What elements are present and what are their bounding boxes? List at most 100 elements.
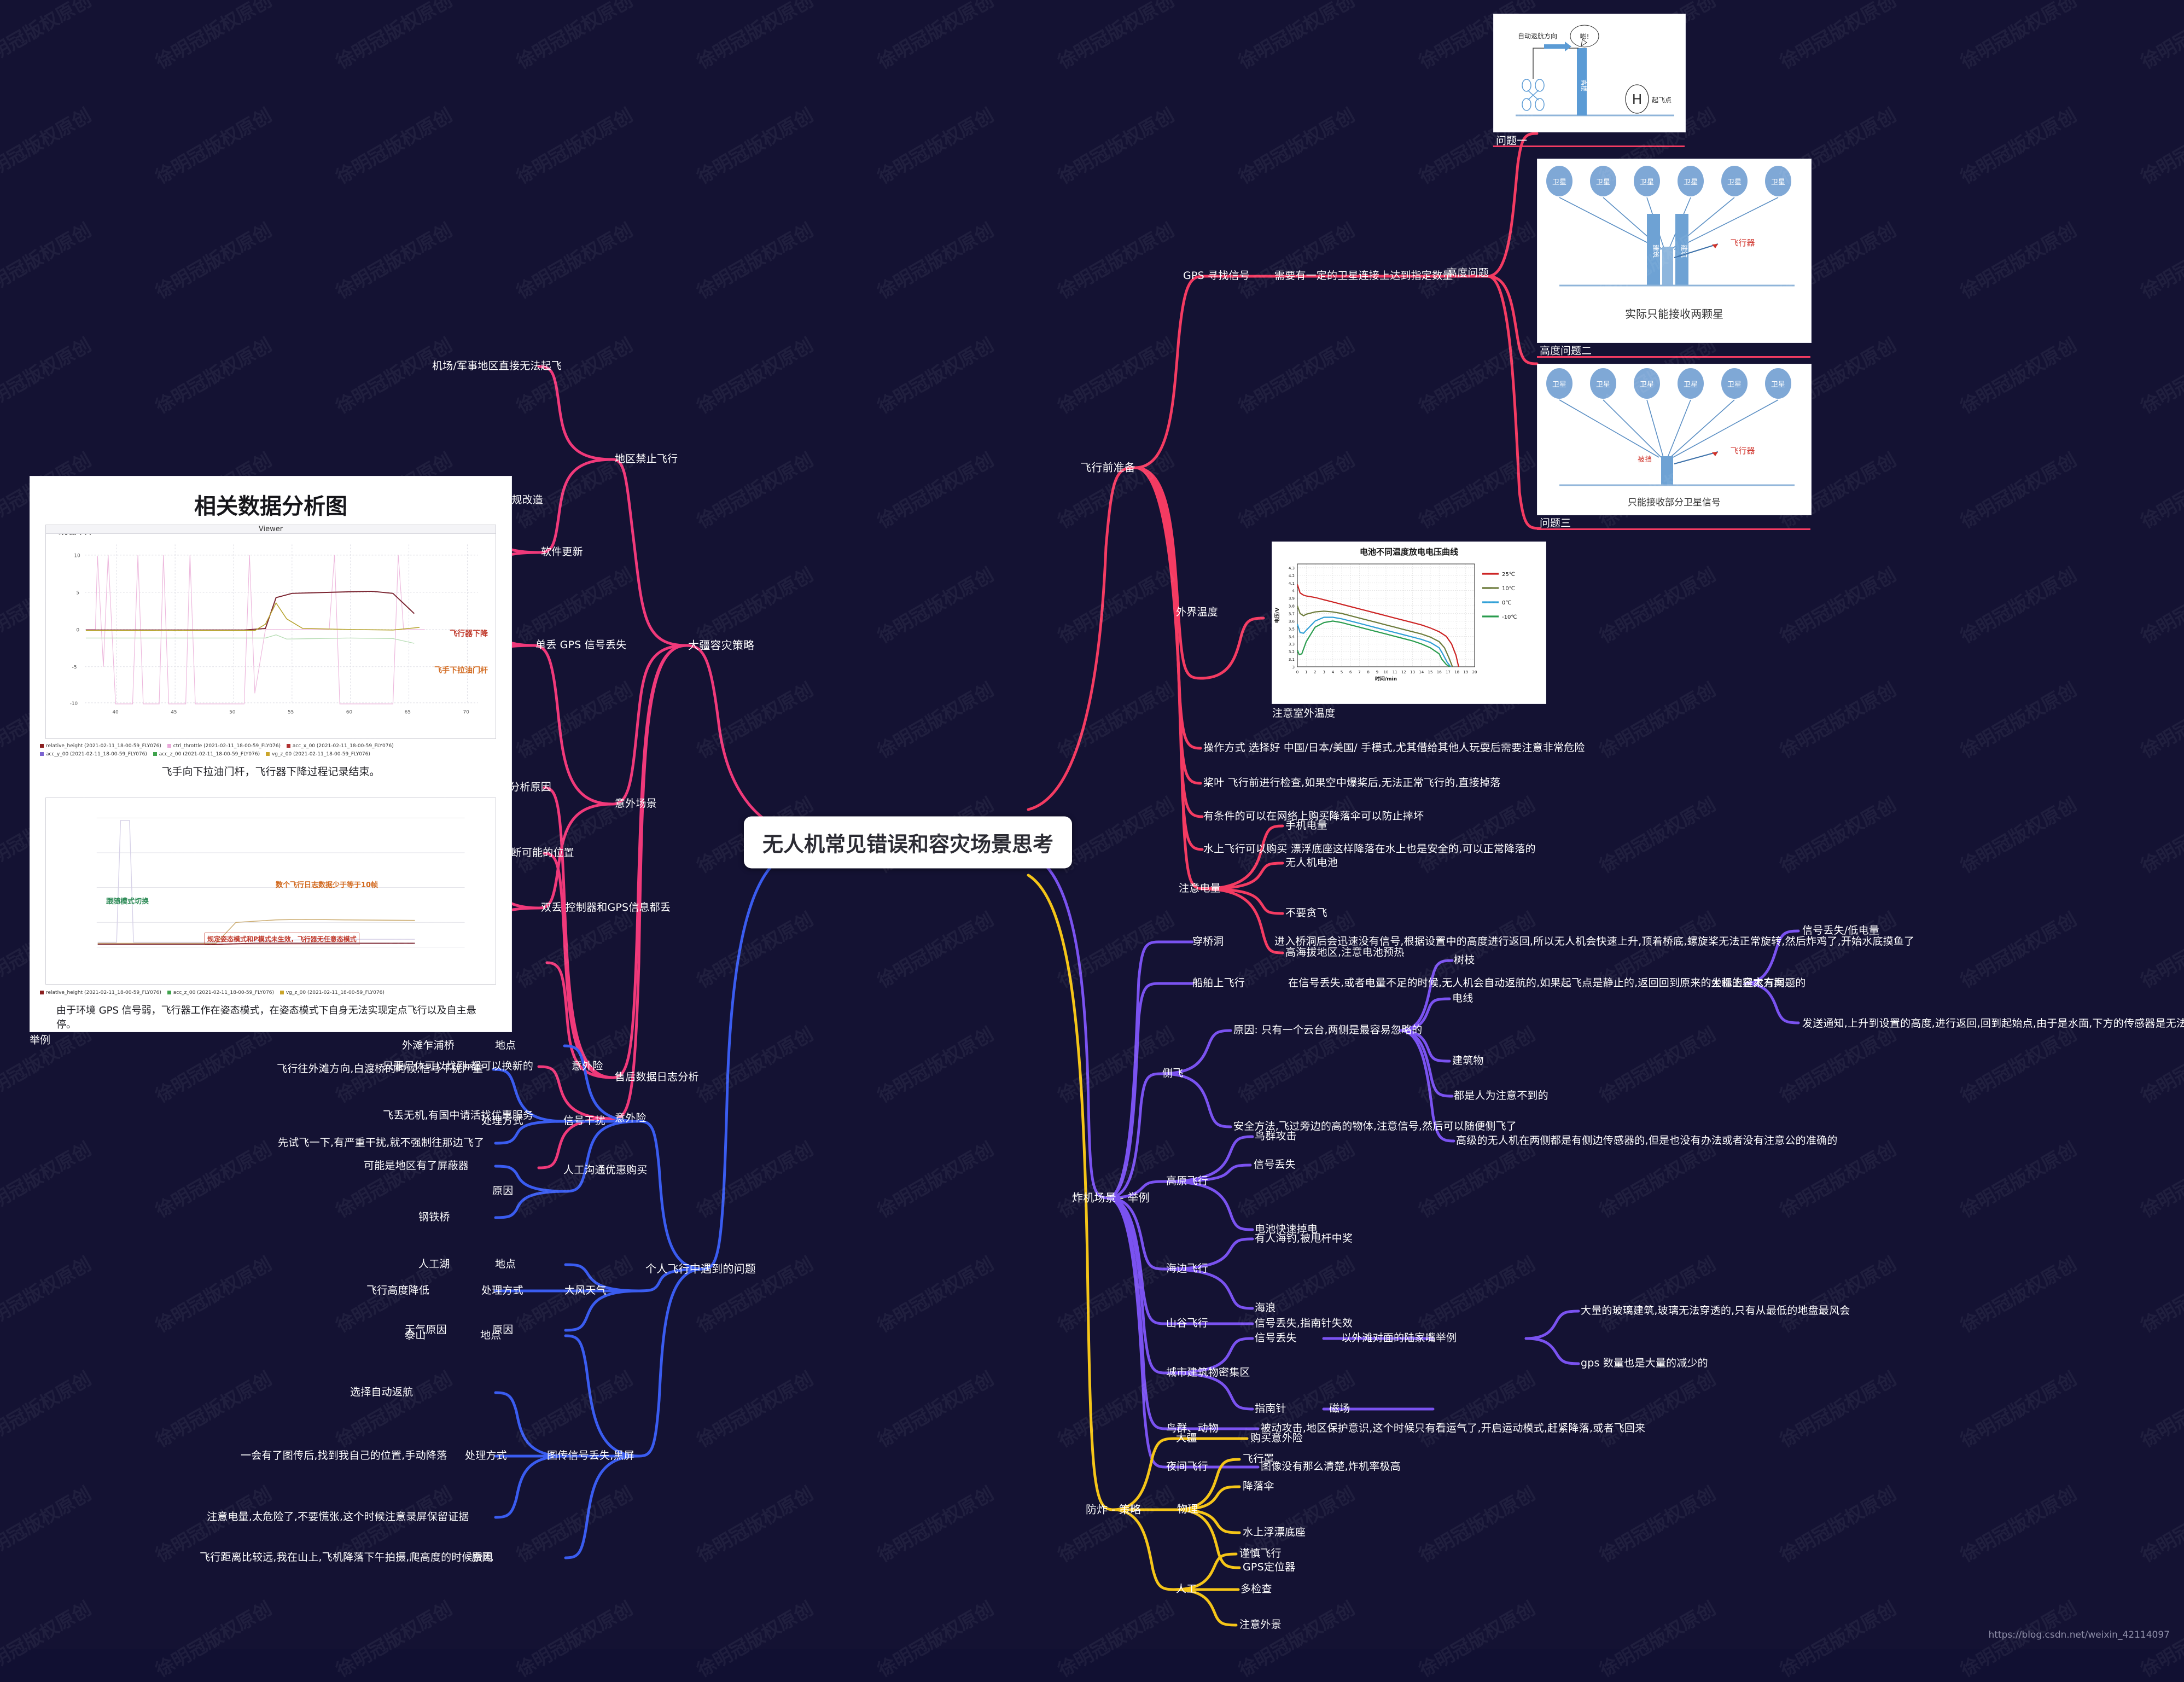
node-accident-scene[interactable]: 意外场景 bbox=[615, 798, 657, 811]
legend2-item-1: acc_z_00 (2021-02-11_18-00-59_FLY076) bbox=[173, 990, 275, 996]
watermark: 徐明冠版权原创 bbox=[873, 219, 998, 304]
node-plateau-item-1: 信号丢失 bbox=[1254, 1159, 1296, 1171]
node-seaside[interactable]: 海边飞行 bbox=[1166, 1262, 1208, 1276]
node-signal-place-label: 地点 bbox=[495, 1039, 516, 1052]
watermark: 徐明冠版权原创 bbox=[512, 678, 637, 763]
node-signal-reason-1: 钢铁桥 bbox=[418, 1211, 450, 1224]
svg-text:-10℃: -10℃ bbox=[1502, 614, 1517, 620]
node-signal-interference[interactable]: 信号干扰 bbox=[563, 1115, 605, 1128]
node-post-log[interactable]: 售后数据日志分析 bbox=[615, 1071, 699, 1084]
watermark: 徐明冠版权原创 bbox=[1956, 334, 2081, 418]
watermark: 徐明冠版权原创 bbox=[152, 1597, 276, 1682]
node-anti-physical-item-3: GPS定位器 bbox=[1243, 1561, 1296, 1574]
watermark: 徐明冠版权原创 bbox=[1956, 1367, 2081, 1452]
node-video-lost[interactable]: 图传信号丢失,黑屏 bbox=[547, 1450, 634, 1463]
watermark: 徐明冠版权原创 bbox=[693, 563, 817, 648]
node-battery-attention[interactable]: 注意电量 bbox=[1179, 882, 1221, 895]
branch-preflight[interactable]: 飞行前准备 bbox=[1080, 461, 1135, 475]
node-night[interactable]: 夜间飞行 bbox=[1166, 1460, 1208, 1474]
node-double-lost[interactable]: 双丢 控制器和GPS信息都丢 bbox=[541, 901, 671, 915]
node-city-compass-detail: 磁场 bbox=[1329, 1402, 1350, 1415]
watermark: 徐明冠版权原创 bbox=[2137, 104, 2184, 189]
watermark: 徐明冠版权原创 bbox=[332, 334, 456, 418]
problem3-illustration: 卫星 卫星 卫星 卫星 卫星 卫星 被挡 飞行器 只能接收部分卫星信号 bbox=[1546, 368, 1795, 508]
node-bridge[interactable]: 穿桥洞 bbox=[1192, 935, 1224, 948]
watermark: 徐明冠版权原创 bbox=[1054, 908, 1178, 993]
node-valley[interactable]: 山谷飞行 bbox=[1166, 1317, 1208, 1330]
node-plateau-item-0: 鸟群攻击 bbox=[1255, 1130, 1297, 1143]
node-boat[interactable]: 船舶上飞行 bbox=[1192, 977, 1245, 990]
watermark: 徐明冠版权原创 bbox=[2137, 908, 2184, 993]
node-single-gps[interactable]: 单丢 GPS 信号丢失 bbox=[535, 639, 627, 652]
svg-text:4.3: 4.3 bbox=[1289, 566, 1295, 571]
watermark: 徐明冠版权原创 bbox=[1234, 334, 1359, 418]
svg-text:嘭!: 嘭! bbox=[1580, 33, 1589, 40]
node-plan-detail: 发送通知,上升到设置的高度,进行返回,回到起始点,由于是水面,下方的传感器是无法… bbox=[1802, 1017, 2184, 1030]
node-video-handle-label: 处理方式 bbox=[465, 1450, 507, 1462]
watermark: 徐明冠版权原创 bbox=[2137, 449, 2184, 533]
node-video-handle-0: 选择自动返航 bbox=[350, 1386, 413, 1399]
branch-dji-strategy[interactable]: 大疆容灾策略 bbox=[688, 639, 754, 653]
node-anti-manual-item-1: 多检查 bbox=[1240, 1583, 1272, 1596]
analysis-legend-1: relative_height (2021-02-11_18-00-59_FLY… bbox=[40, 742, 502, 759]
node-signal-handle-1: 先试飞一下,有严重干扰,就不强制往那边飞了 bbox=[278, 1137, 485, 1149]
watermark: 徐明冠版权原创 bbox=[2137, 1023, 2184, 1108]
svg-text:4.1: 4.1 bbox=[1289, 581, 1295, 586]
watermark: 徐明冠版权原创 bbox=[873, 563, 998, 648]
node-video-reason-0: 飞行距离比较远,我在山上,飞机降落下午拍摄,爬高度的时候费电 bbox=[200, 1551, 494, 1564]
watermark: 徐明冠版权原创 bbox=[693, 1597, 817, 1682]
battery-chart-card: 电池不同温度放电电压曲线 3 3.1 3.2 3.3 3.4 3.5 3.6 3.7 3.8 3.… bbox=[1272, 542, 1546, 704]
svg-text:卫星: 卫星 bbox=[1684, 381, 1698, 389]
node-plateau[interactable]: 高原飞行 bbox=[1166, 1175, 1208, 1188]
svg-text:-5: -5 bbox=[72, 665, 77, 671]
svg-text:高楼: 高楼 bbox=[1580, 79, 1588, 91]
watermark: 徐明冠版权原创 bbox=[1776, 678, 1900, 763]
node-anti-physical[interactable]: 物理 bbox=[1177, 1503, 1198, 1516]
svg-text:10℃: 10℃ bbox=[1502, 586, 1515, 592]
svg-text:卫星: 卫星 bbox=[1684, 178, 1698, 187]
node-gps-search[interactable]: GPS 寻找信号 bbox=[1183, 270, 1250, 283]
svg-text:电压/V: 电压/V bbox=[1274, 608, 1280, 623]
node-anti-manual[interactable]: 人工 bbox=[1176, 1583, 1197, 1596]
node-area-ban[interactable]: 地区禁止飞行 bbox=[615, 453, 678, 466]
svg-text:建筑: 建筑 bbox=[1652, 245, 1660, 258]
svg-text:被挡: 被挡 bbox=[1638, 456, 1652, 464]
svg-text:3.8: 3.8 bbox=[1289, 604, 1295, 609]
node-signal-handle-0: 飞行往外滩方向,白渡桥的时候,信号干扰严重 bbox=[277, 1063, 484, 1075]
node-windy[interactable]: 大风天气 bbox=[564, 1284, 607, 1297]
node-outside-temp[interactable]: 外界温度 bbox=[1176, 606, 1218, 619]
node-city-signal-detail-2: gps 数量也是大量的减少的 bbox=[1581, 1357, 1708, 1370]
svg-text:10: 10 bbox=[1384, 670, 1389, 674]
watermark: 徐明冠版权原创 bbox=[1956, 0, 2081, 74]
node-software-update[interactable]: 软件更新 bbox=[541, 546, 583, 559]
watermark: 徐明冠版权原创 bbox=[512, 1597, 637, 1682]
watermark: 徐明冠版权原创 bbox=[1054, 334, 1178, 418]
branch-personal[interactable]: 个人飞行中遇到的问题 bbox=[645, 1262, 756, 1276]
legend2-item-0: relative_height (2021-02-11_18-00-59_FLY… bbox=[46, 990, 161, 996]
node-city[interactable]: 城市建筑物密集区 bbox=[1166, 1366, 1250, 1380]
node-anti-dji[interactable]: 大疆 bbox=[1176, 1432, 1197, 1445]
svg-text:7: 7 bbox=[1358, 670, 1360, 674]
watermark: 徐明冠版权原创 bbox=[1054, 1367, 1178, 1452]
watermark: 徐明冠版权原创 bbox=[1956, 1253, 2081, 1337]
branch-anti-crash[interactable]: 防炸 - 策略 bbox=[1086, 1503, 1141, 1517]
svg-text:飞行器: 飞行器 bbox=[1730, 446, 1755, 456]
svg-text:65: 65 bbox=[405, 709, 411, 715]
watermark: 徐明冠版权原创 bbox=[2137, 563, 2184, 648]
root-node[interactable]: 无人机常见错误和容灾场景思考 bbox=[743, 816, 1073, 869]
analysis-ann-4: 数个飞行日志数据少于等于10帧 bbox=[276, 881, 378, 890]
node-side-fly[interactable]: 侧飞 bbox=[1162, 1067, 1183, 1080]
svg-text:18: 18 bbox=[1454, 670, 1459, 674]
watermark: 徐明冠版权原创 bbox=[512, 908, 637, 993]
watermark: 徐明冠版权原创 bbox=[0, 1482, 95, 1567]
branch-crash-cases[interactable]: 炸机场景 - 举例 bbox=[1072, 1191, 1150, 1205]
node-battery-item-0: 手机电量 bbox=[1285, 819, 1327, 832]
watermark: 徐明冠版权原创 bbox=[152, 1023, 276, 1108]
node-manual-negotiation: 人工沟通优惠购买 bbox=[563, 1164, 648, 1177]
svg-text:3: 3 bbox=[1323, 670, 1325, 674]
node-accident-insurance[interactable]: 意外险 bbox=[615, 1112, 647, 1125]
node-windy-place-label: 地点 bbox=[495, 1258, 516, 1271]
svg-text:11: 11 bbox=[1393, 670, 1397, 674]
watermark: 徐明冠版权原创 bbox=[2137, 1367, 2184, 1452]
watermark: 徐明冠版权原创 bbox=[1776, 0, 1900, 74]
